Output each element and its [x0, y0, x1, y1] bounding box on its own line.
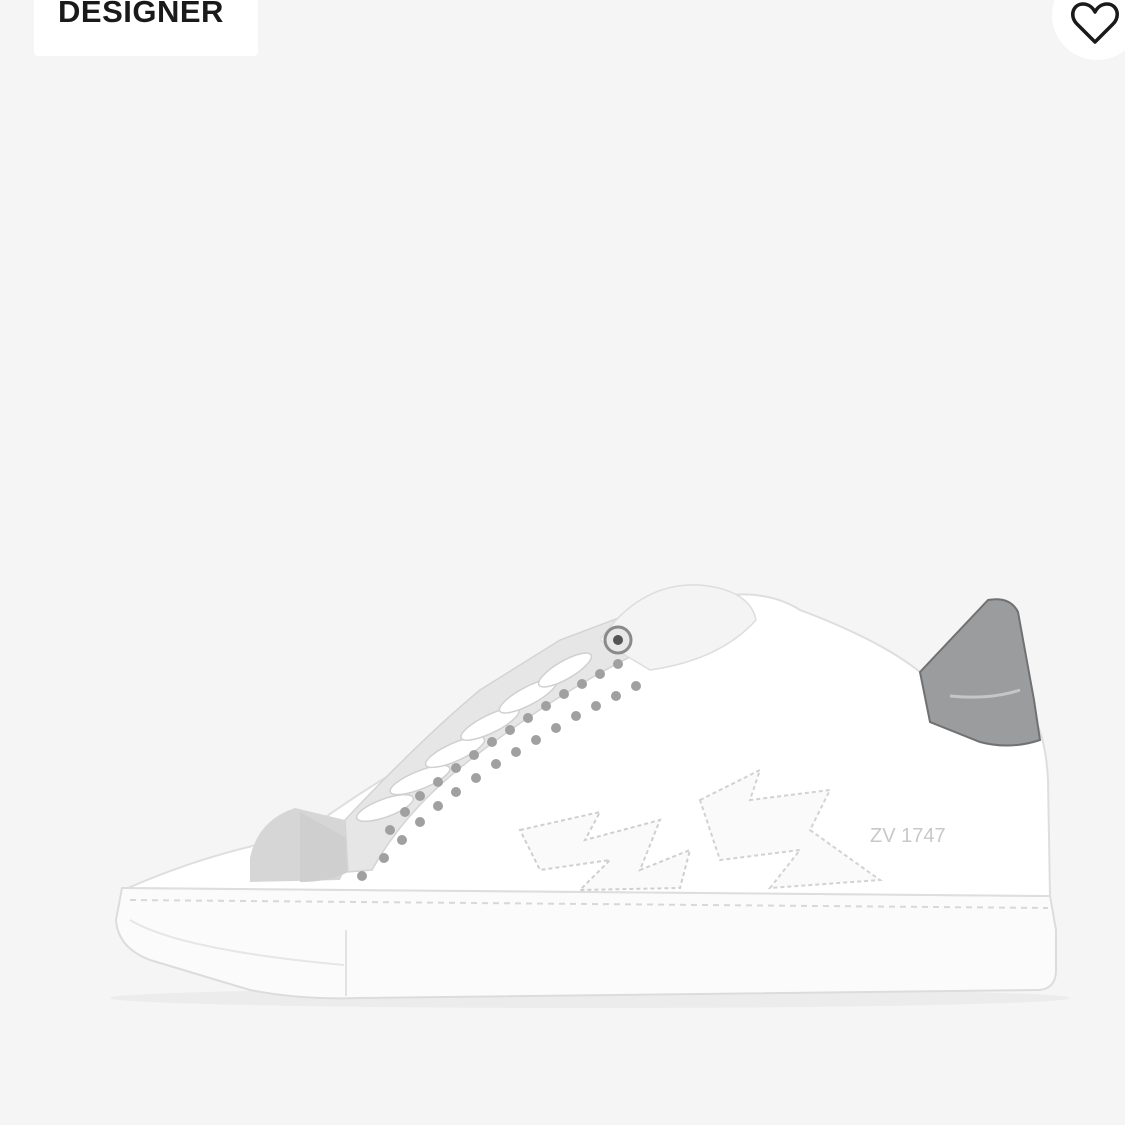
designer-badge-label: DESIGNER [58, 0, 224, 29]
heel-print-text: ZV 1747 [870, 825, 946, 847]
product-image-stage: ZV 1747 DESIGNER [0, 0, 1125, 1125]
designer-badge: DESIGNER [34, 0, 258, 56]
heart-outline-icon [1071, 2, 1119, 44]
sneaker-product-image[interactable]: ZV 1747 [0, 0, 1125, 1125]
